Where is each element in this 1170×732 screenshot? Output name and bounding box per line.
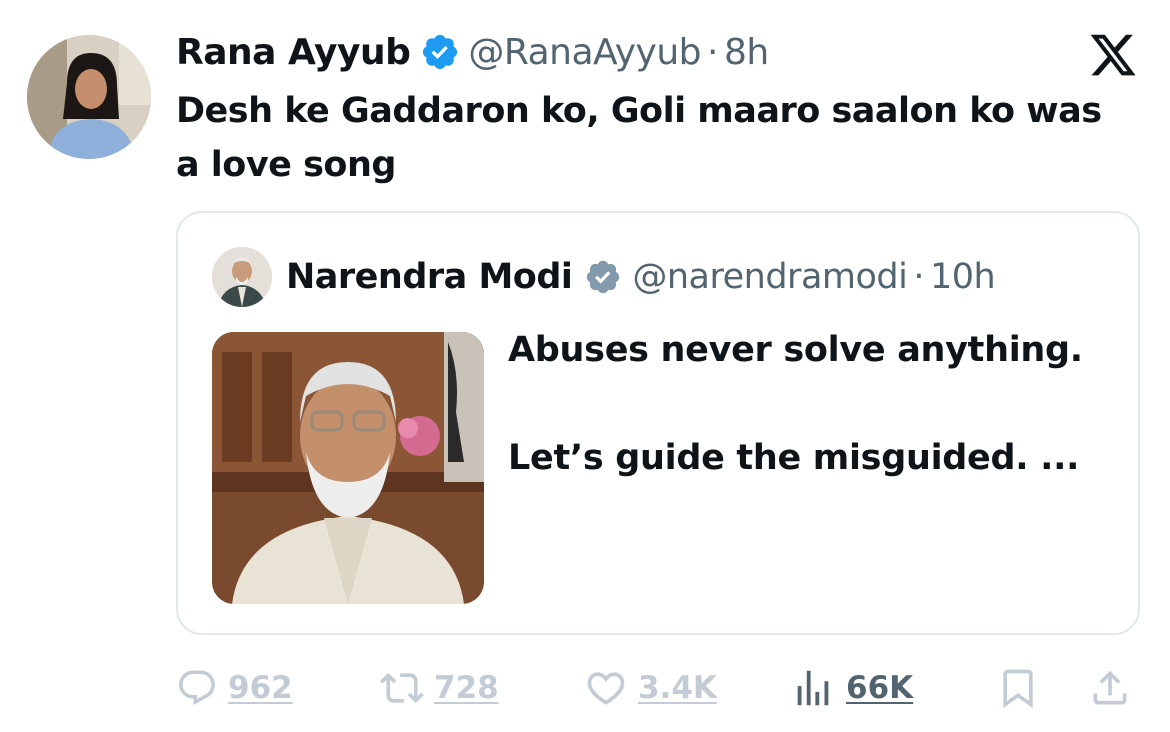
bookmark-button[interactable]	[996, 660, 1040, 716]
reply-icon	[179, 670, 215, 705]
verified-badge-icon	[423, 34, 458, 70]
views-icon	[797, 670, 829, 706]
share-icon	[1093, 670, 1127, 705]
author-handle[interactable]: @RanaAyyub	[468, 32, 701, 73]
quoted-author-avatar[interactable]	[212, 247, 272, 307]
x-logo-icon[interactable]	[1087, 30, 1139, 80]
reply-button[interactable]: 962	[176, 660, 293, 716]
man-portrait-photo	[212, 332, 484, 604]
quoted-tweet-timestamp[interactable]: 10h	[930, 257, 996, 297]
quoted-tweet-image[interactable]	[212, 332, 484, 604]
repost-icon	[380, 673, 424, 703]
tweet-header: Rana Ayyub @RanaAyyub · 8h	[176, 28, 769, 76]
views-count: 66K	[846, 670, 914, 706]
quoted-author-handle[interactable]: @narendramodi	[632, 257, 907, 297]
quoted-text-line-1: Abuses never solve anything.	[508, 330, 1083, 370]
reply-count: 962	[228, 670, 293, 706]
repost-count: 728	[434, 670, 499, 706]
views-button[interactable]: 66K	[790, 660, 913, 716]
quoted-tweet-header: Narendra Modi @narendramodi · 10h	[286, 251, 996, 303]
like-icon	[587, 672, 625, 705]
quoted-tweet-text: Abuses never solve anything. Let’s guide…	[508, 323, 1118, 485]
bookmark-icon	[1003, 669, 1033, 709]
dot-separator: ·	[913, 257, 924, 297]
dot-separator: ·	[707, 31, 718, 73]
like-count: 3.4K	[638, 670, 717, 706]
author-name[interactable]: Rana Ayyub	[176, 32, 411, 73]
repost-button[interactable]: 728	[380, 660, 499, 716]
tweet-text: Desh ke Gaddaron ko, Goli maaro saalon k…	[176, 91, 1102, 185]
share-button[interactable]	[1088, 660, 1132, 716]
tweet-timestamp[interactable]: 8h	[724, 32, 769, 73]
quoted-tweet-card[interactable]: Narendra Modi @narendramodi · 10h Abuses…	[176, 211, 1140, 635]
tweet-actions-bar: 962 728 3.4K 66K	[176, 660, 1142, 716]
like-button[interactable]: 3.4K	[584, 660, 717, 716]
man-portrait-avatar	[212, 247, 272, 307]
author-avatar[interactable]	[27, 35, 151, 159]
quoted-author-name[interactable]: Narendra Modi	[286, 257, 573, 297]
woman-portrait-avatar	[27, 35, 151, 159]
quoted-text-line-2: Let’s guide the misguided. ...	[508, 438, 1080, 478]
verified-badge-icon	[587, 260, 620, 294]
